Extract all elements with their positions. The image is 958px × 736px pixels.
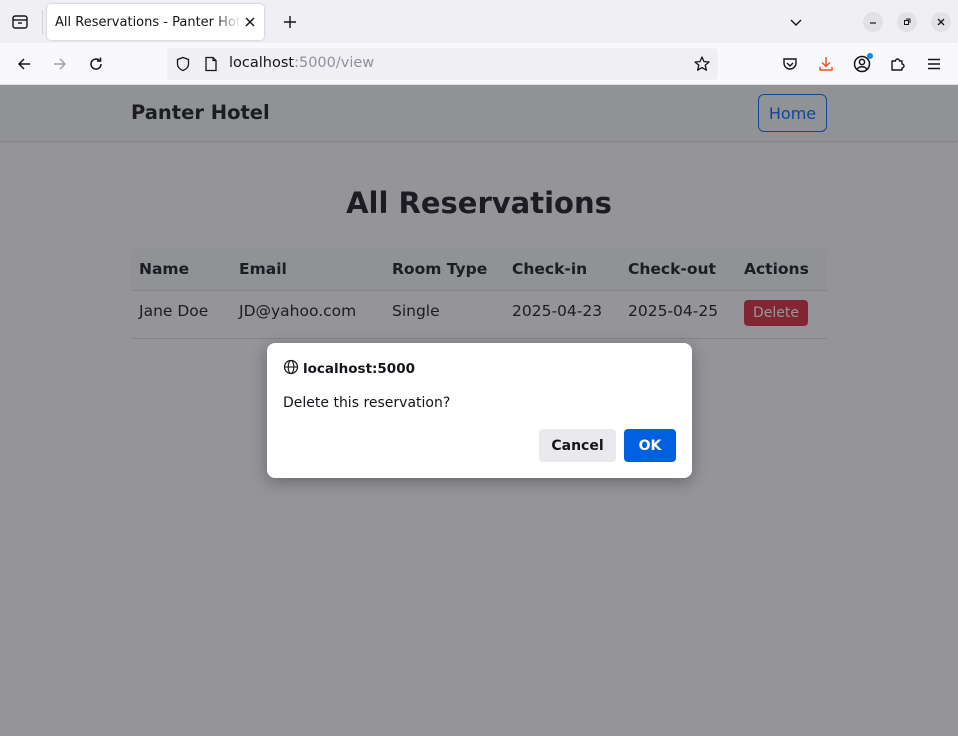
window-close-icon[interactable] [931,12,951,32]
notification-dot [867,53,873,59]
dialog-message: Delete this reservation? [283,395,451,411]
tab-all-reservations[interactable]: All Reservations - Panter Hotel [47,4,264,40]
tab-strip: All Reservations - Panter Hotel [0,0,958,43]
url-path: :5000/view [294,55,375,71]
bookmark-star-icon[interactable] [692,54,712,74]
chevron-down-icon[interactable] [786,12,806,32]
new-tab-plus-icon[interactable] [280,12,300,32]
dialog-origin-text: localhost:5000 [303,361,415,377]
forward-arrow-icon[interactable] [48,52,72,76]
hamburger-menu-icon[interactable] [922,52,946,76]
url-text[interactable]: localhost:5000/view [229,55,374,71]
tracking-shield-icon[interactable] [174,55,192,73]
close-icon[interactable] [242,14,258,30]
page-info-icon[interactable] [202,55,220,73]
globe-icon [283,359,299,379]
cancel-button[interactable]: Cancel [539,429,616,462]
reload-icon[interactable] [84,52,108,76]
url-host: localhost [229,55,295,71]
pocket-icon[interactable] [778,52,802,76]
address-bar[interactable]: localhost:5000/view [167,48,718,80]
extensions-puzzle-icon[interactable] [886,52,910,76]
ok-button[interactable]: OK [624,429,676,462]
minimize-icon[interactable] [863,12,883,32]
download-icon[interactable] [814,52,838,76]
tab-title: All Reservations - Panter Hotel [55,14,241,30]
tab-list-icon[interactable] [8,10,32,34]
dialog-origin: localhost:5000 [283,359,415,379]
navigation-toolbar: localhost:5000/view [0,43,958,85]
confirm-dialog: localhost:5000 Delete this reservation? … [267,343,692,478]
restore-icon[interactable] [897,12,917,32]
back-arrow-icon[interactable] [12,52,36,76]
account-icon[interactable] [850,52,874,76]
tab-separator [42,10,43,34]
